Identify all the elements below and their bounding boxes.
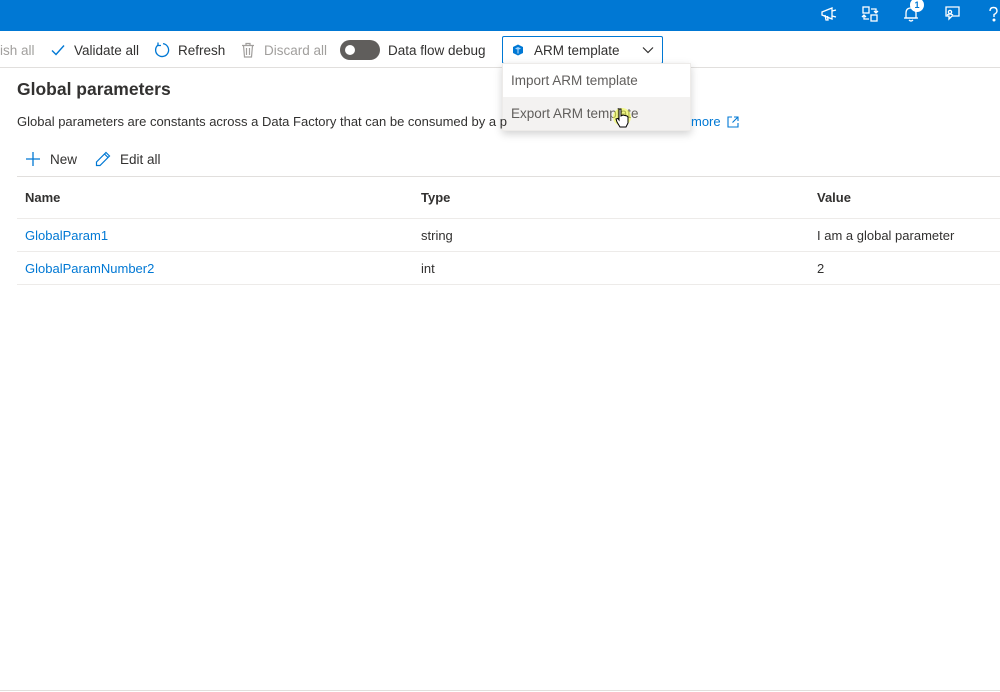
parameter-name-link[interactable]: GlobalParam1 [17,228,413,243]
column-header-type[interactable]: Type [413,190,809,205]
factory-toolbar: ish all Validate all Refresh Discard all… [0,31,1000,68]
checkmark-icon [51,45,65,56]
edit-all-label: Edit all [120,151,161,167]
external-link-icon [727,115,739,128]
column-header-name[interactable]: Name [17,190,413,205]
arm-template-label: ARM template [534,42,620,58]
refresh-button[interactable]: Refresh [154,40,225,60]
discard-all-label: Discard all [264,42,328,58]
notification-badge: 1 [910,0,924,12]
bottom-divider [0,690,1000,691]
learn-more-label: more [691,114,721,129]
export-arm-template-item[interactable]: Export ARM template [503,97,690,130]
parameter-actions: New Edit all [25,149,179,169]
top-bar: 1 [0,0,1000,31]
pencil-icon [95,151,111,167]
plus-icon [26,152,40,166]
data-flow-debug-control: Data flow debug [340,40,486,60]
table-row[interactable]: GlobalParamNumber2 int 2 [17,252,1000,285]
refresh-label: Refresh [178,42,226,58]
arm-icon [513,44,523,56]
chevron-down-icon [642,47,654,54]
arm-template-menu: Import ARM template Export ARM template [502,63,691,131]
parameter-type: int [421,260,435,276]
data-flow-debug-label: Data flow debug [388,42,486,58]
hand-cursor-icon [613,108,631,128]
directory-switch-icon[interactable] [859,3,881,25]
validate-all-label: Validate all [74,42,140,58]
new-label: New [50,151,78,167]
column-header-value[interactable]: Value [809,190,1000,205]
trash-icon [242,42,254,58]
publish-all-button[interactable]: ish all [0,40,35,60]
learn-more-link[interactable]: more [691,114,739,129]
parameter-name-link[interactable]: GlobalParamNumber2 [17,261,413,276]
arm-template-dropdown[interactable]: ARM template [502,36,663,64]
parameter-value: I am a global parameter [817,227,955,243]
feedback-icon[interactable] [941,3,963,25]
discard-all-button[interactable]: Discard all [240,40,327,60]
publish-all-label: ish all [0,42,35,58]
data-flow-debug-toggle[interactable] [340,40,380,60]
bell-icon[interactable]: 1 [900,0,924,25]
page-title: Global parameters [17,79,171,99]
help-icon[interactable] [982,3,1000,25]
parameter-type: string [421,227,453,243]
refresh-icon [154,42,170,58]
page-description: Global parameters are constants across a… [17,114,507,129]
validate-all-button[interactable]: Validate all [50,40,139,60]
table-row[interactable]: GlobalParam1 string I am a global parame… [17,219,1000,252]
parameter-value: 2 [817,260,825,276]
import-arm-template-item[interactable]: Import ARM template [503,64,690,97]
new-parameter-button[interactable]: New [25,151,77,167]
global-parameters-table: Name Type Value GlobalParam1 string I am… [17,176,1000,285]
edit-all-button[interactable]: Edit all [95,151,161,167]
table-header-row: Name Type Value [17,176,1000,219]
megaphone-icon[interactable] [818,3,840,25]
